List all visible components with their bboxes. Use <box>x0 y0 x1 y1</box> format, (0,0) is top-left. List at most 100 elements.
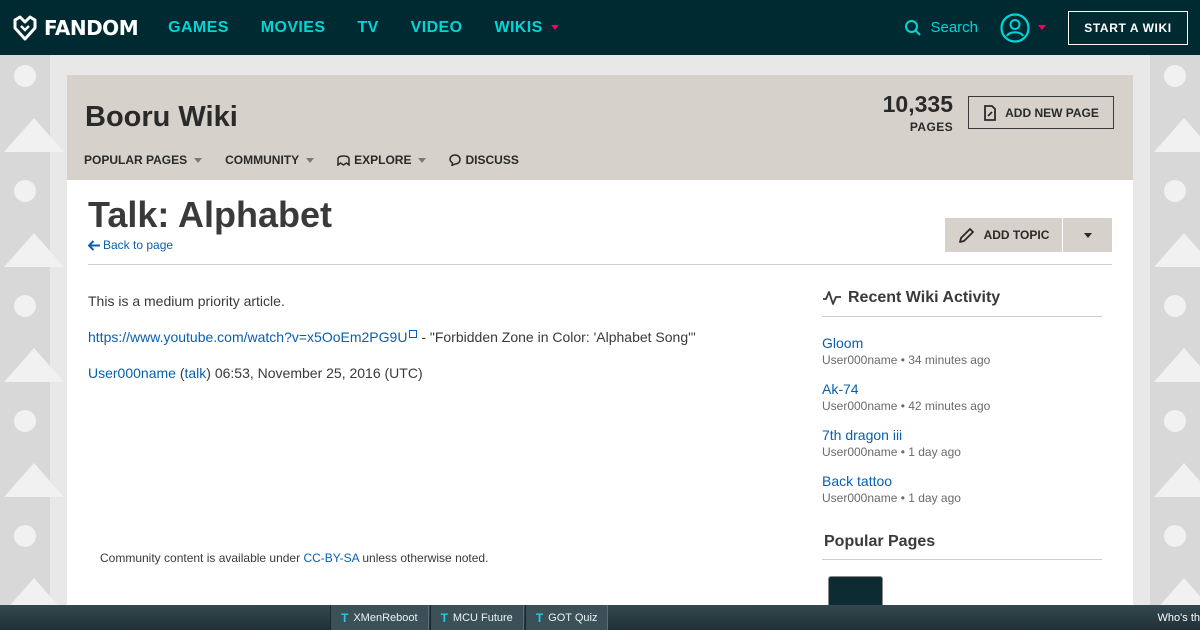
popular-divider <box>822 559 1102 560</box>
activity-title[interactable]: Back tattoo <box>822 472 1102 490</box>
community-label: COMMUNITY <box>225 153 300 167</box>
chevron-down-icon <box>550 25 559 30</box>
discuss-icon <box>449 154 462 166</box>
talk-link[interactable]: talk <box>185 365 207 381</box>
signature-paren: ( <box>175 365 185 381</box>
fandom-heart-icon <box>13 15 37 40</box>
toolbar-tabs: T XMenReboot T MCU Future T GOT Quiz <box>330 605 609 630</box>
discuss-label: DISCUSS <box>465 153 519 167</box>
license-prefix: Community content is available under <box>100 551 304 565</box>
nav-wikis-label: WIKIS <box>494 18 543 36</box>
add-new-page-button[interactable]: ADD NEW PAGE <box>968 96 1114 129</box>
page-title: Talk: Alphabet <box>88 194 333 235</box>
back-to-page-label: Back to page <box>103 238 174 252</box>
nav-wikis[interactable]: WIKIS <box>494 18 559 37</box>
arrow-left-icon <box>88 239 100 251</box>
activity-item: Gloom User000name • 34 minutes ago <box>822 334 1102 369</box>
logo-text: FANDOM <box>44 15 139 40</box>
pencil-icon <box>958 228 974 243</box>
nav-movies[interactable]: MOVIES <box>261 19 326 37</box>
main-nav: GAMES MOVIES TV VIDEO WIKIS <box>168 19 591 37</box>
toolbar-tab-label: GOT Quiz <box>548 611 598 624</box>
user-avatar-icon <box>1000 12 1030 43</box>
explore-icon <box>337 154 350 166</box>
user-chevron-down-icon <box>1038 25 1046 30</box>
chevron-down-icon <box>1083 232 1092 238</box>
back-to-page-link[interactable]: Back to page <box>88 238 173 252</box>
license-note: Community content is available under CC-… <box>100 551 488 565</box>
page-count-label: PAGES <box>909 120 953 134</box>
explore-label: EXPLORE <box>354 153 412 167</box>
add-topic-dropdown[interactable] <box>1063 218 1112 252</box>
video-description: - "Forbidden Zone in Color: 'Alphabet So… <box>417 329 696 345</box>
signature-line: User000name (talk) 06:53, November 25, 2… <box>88 364 768 382</box>
search-label: Search <box>930 19 978 36</box>
toolbar-tab-label: XMenReboot <box>353 611 418 624</box>
wiki-title[interactable]: Booru Wiki <box>85 101 238 134</box>
nav-tv[interactable]: TV <box>357 19 378 37</box>
toolbar-right-text[interactable]: Who's th <box>1158 605 1200 630</box>
toolbar-tab[interactable]: T GOT Quiz <box>524 605 609 630</box>
toolbar-tab[interactable]: T XMenReboot <box>330 605 429 630</box>
toolbar-tab-label: MCU Future <box>452 611 513 624</box>
popular-pages-heading: Popular Pages <box>824 533 936 550</box>
activity-title[interactable]: Gloom <box>822 334 1102 352</box>
title-divider <box>88 264 1112 265</box>
search-icon <box>905 19 922 36</box>
video-line: https://www.youtube.com/watch?v=x5OoEm2P… <box>88 328 768 346</box>
chevron-down-icon <box>194 157 203 163</box>
nav-games[interactable]: GAMES <box>168 19 229 37</box>
search-button[interactable]: Search <box>904 19 978 37</box>
license-link[interactable]: CC-BY-SA <box>303 551 359 565</box>
article-body: This is a medium priority article. https… <box>88 292 768 400</box>
page-count-number: 10,335 <box>882 91 953 117</box>
license-suffix: unless otherwise noted. <box>359 551 489 565</box>
chevron-down-icon <box>306 157 315 163</box>
add-topic-button[interactable]: ADD TOPIC <box>945 218 1062 252</box>
activity-item: Back tattoo User000name • 1 day ago <box>822 472 1102 507</box>
wiki-nav-popular-pages[interactable]: POPULAR PAGES <box>84 153 203 167</box>
activity-item: 7th dragon iii User000name • 1 day ago <box>822 426 1102 461</box>
priority-note: This is a medium priority article. <box>88 293 285 309</box>
activity-meta: User000name • 1 day ago <box>822 491 961 505</box>
external-link-icon <box>409 330 418 338</box>
nav-right: Search START A WIKI <box>904 0 1188 55</box>
add-new-page-label: ADD NEW PAGE <box>1005 105 1099 120</box>
popular-pages-label: POPULAR PAGES <box>84 153 188 167</box>
wiki-nav-community[interactable]: COMMUNITY <box>225 153 315 167</box>
activity-title[interactable]: Ak-74 <box>822 380 1102 398</box>
activity-meta: User000name • 34 minutes ago <box>822 353 991 367</box>
youtube-link[interactable]: https://www.youtube.com/watch?v=x5OoEm2P… <box>88 329 407 345</box>
add-topic-label: ADD TOPIC <box>983 228 1050 242</box>
activity-title[interactable]: 7th dragon iii <box>822 426 1102 444</box>
rail-divider <box>822 316 1102 317</box>
popular-page-thumbnail[interactable] <box>828 576 883 606</box>
activity-meta: User000name • 42 minutes ago <box>822 399 991 413</box>
page-content: Talk: Alphabet Back to page ADD TOPIC Th… <box>67 180 1133 606</box>
page-add-icon <box>984 104 997 121</box>
user-link[interactable]: User000name <box>88 365 176 381</box>
recent-activity-heading: Recent Wiki Activity <box>822 288 1102 308</box>
wiki-nav: POPULAR PAGES COMMUNITY EXPLORE DISCUSS <box>84 153 542 167</box>
signature-timestamp: ) 06:53, November 25, 2016 (UTC) <box>206 365 423 381</box>
bottom-toolbar: T XMenReboot T MCU Future T GOT Quiz Who… <box>0 605 1200 630</box>
activity-item: Ak-74 User000name • 42 minutes ago <box>822 380 1102 415</box>
wiki-nav-discuss[interactable]: DISCUSS <box>449 153 519 167</box>
recent-activity-title: Recent Wiki Activity <box>848 289 1001 306</box>
start-a-wiki-button[interactable]: START A WIKI <box>1068 10 1188 45</box>
toolbar-tab[interactable]: T MCU Future <box>429 605 524 630</box>
activity-meta: User000name • 1 day ago <box>822 445 961 459</box>
fandom-t-icon: T <box>341 610 349 625</box>
fandom-t-icon: T <box>535 610 544 625</box>
add-topic-group: ADD TOPIC <box>945 218 1112 252</box>
page-count: 10,335 PAGES <box>883 91 953 136</box>
user-menu[interactable] <box>1000 12 1046 43</box>
nav-video[interactable]: VIDEO <box>411 19 463 37</box>
activity-icon <box>823 291 841 305</box>
wiki-nav-explore[interactable]: EXPLORE <box>337 153 427 167</box>
fandom-t-icon: T <box>440 610 448 625</box>
wiki-header: Booru Wiki 10,335 PAGES ADD NEW PAGE POP… <box>67 75 1133 180</box>
activity-list: Gloom User000name • 34 minutes ago Ak-74… <box>822 334 1102 507</box>
fandom-logo[interactable]: FANDOM <box>12 15 139 41</box>
fandom-top-nav: FANDOM GAMES MOVIES TV VIDEO WIKIS Searc… <box>0 0 1200 55</box>
